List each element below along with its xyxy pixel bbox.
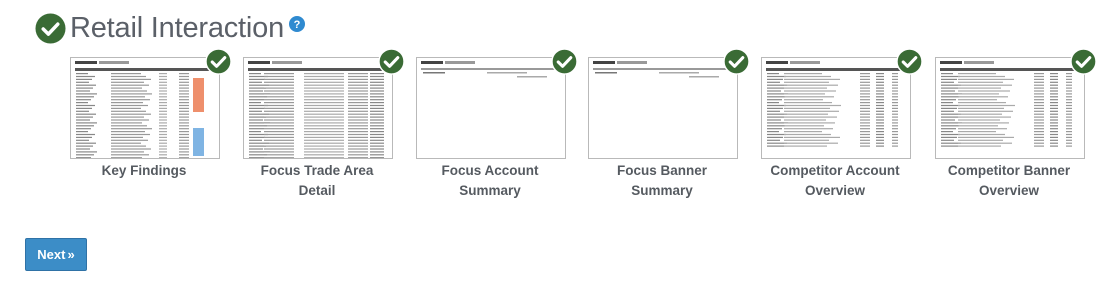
report-thumbnail[interactable]: [416, 57, 566, 159]
check-circle-icon: [378, 48, 405, 75]
next-button[interactable]: Next »: [25, 238, 87, 271]
check-circle-icon: [551, 48, 578, 75]
question-circle-icon[interactable]: ?: [289, 15, 306, 32]
next-button-label: Next: [37, 247, 66, 262]
check-circle-icon: [35, 13, 66, 44]
report-thumbnail[interactable]: [588, 57, 738, 159]
report-label: Focus Trade Area Detail: [260, 163, 374, 198]
svg-text:?: ?: [294, 19, 301, 31]
report-label: Competitor Banner Overview: [947, 163, 1071, 198]
report-thumbnail[interactable]: [70, 57, 220, 159]
check-circle-icon: [896, 48, 923, 75]
check-circle-icon: [205, 48, 232, 75]
report-thumbnail[interactable]: [243, 57, 393, 159]
check-circle-icon: [1070, 48, 1097, 75]
report-label: Focus Account Summary: [441, 163, 539, 198]
report-preview-image: [421, 61, 561, 78]
page-header: Retail Interaction ?: [35, 12, 306, 45]
report-preview-image: [940, 61, 1080, 147]
page-title: Retail Interaction: [70, 12, 285, 44]
double-chevron-right-icon: »: [67, 247, 75, 262]
report-preview-image: [766, 61, 906, 147]
report-label: Competitor Account Overview: [770, 163, 900, 198]
check-circle-icon: [723, 48, 750, 75]
report-label: Key Findings: [101, 163, 187, 178]
report-preview-image: [248, 61, 388, 158]
report-thumbnail[interactable]: [761, 57, 911, 159]
report-preview-image: [593, 61, 733, 78]
report-label: Focus Banner Summary: [616, 163, 708, 198]
report-preview-image: [75, 61, 215, 158]
report-thumbnail[interactable]: [935, 57, 1085, 159]
